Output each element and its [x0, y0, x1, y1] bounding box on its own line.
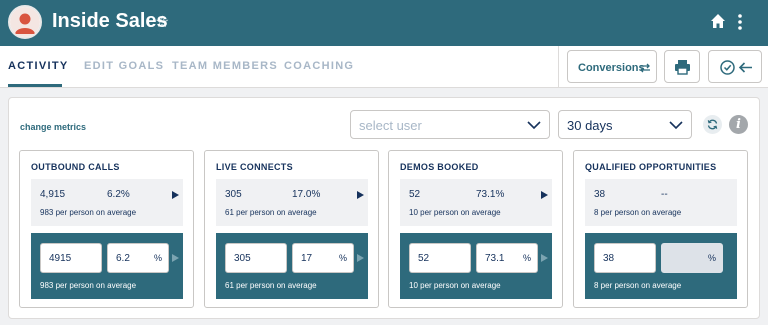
per-person-average: 10 per person on average: [409, 208, 501, 217]
actual-summary: 4,915 6.2% 983 per person on average: [31, 179, 183, 226]
app-header: Inside Sales ☆: [0, 0, 768, 46]
play-icon[interactable]: [172, 254, 179, 262]
metric-title: QUALIFIED OPPORTUNITIES: [585, 162, 717, 172]
metric-percent: 73.1%: [476, 189, 505, 200]
chevron-down-icon: [669, 121, 683, 130]
goal-percent-value: 6.2: [116, 253, 130, 264]
goal-editor: 305 17 % 61 per person on average: [216, 233, 368, 299]
tab-team-members[interactable]: TEAM MEMBERS: [172, 60, 278, 72]
per-person-average: 8 per person on average: [594, 208, 682, 217]
period-select-value: 30 days: [567, 118, 613, 133]
per-person-average: 61 per person on average: [225, 208, 317, 217]
goal-percent-input: %: [661, 243, 723, 273]
swap-icon: [640, 63, 650, 73]
metric-title: DEMOS BOOKED: [400, 162, 479, 172]
tab-activity[interactable]: ACTIVITY: [8, 60, 69, 72]
goal-percent-input[interactable]: 73.1 %: [476, 243, 538, 273]
goal-per-person-average: 61 per person on average: [225, 281, 317, 290]
active-tab-indicator: [8, 84, 62, 87]
goal-percent-value: 73.1: [485, 253, 505, 264]
home-icon[interactable]: [710, 13, 726, 29]
metric-percent: 6.2%: [107, 189, 130, 200]
actual-summary: 38 -- 8 per person on average: [585, 179, 737, 226]
conversions-label: Conversions: [578, 62, 645, 74]
conversions-button[interactable]: Conversions: [567, 50, 657, 83]
check-circle-icon: [720, 60, 735, 75]
period-select[interactable]: 30 days: [558, 110, 692, 139]
metric-card-qualified-opportunities: QUALIFIED OPPORTUNITIES 38 -- 8 per pers…: [573, 150, 748, 308]
percent-suffix: %: [522, 253, 531, 263]
goal-value-input[interactable]: 305: [225, 243, 287, 273]
info-icon[interactable]: i: [729, 115, 748, 134]
metric-value: 4,915: [40, 189, 66, 200]
page-title: Inside Sales: [52, 10, 168, 32]
goal-per-person-average: 8 per person on average: [594, 281, 682, 290]
percent-suffix: %: [707, 253, 716, 263]
team-avatar: [8, 5, 42, 39]
metric-value: 38: [594, 189, 606, 200]
printer-icon: [675, 60, 690, 75]
goal-per-person-average: 10 per person on average: [409, 281, 501, 290]
tab-edit-goals[interactable]: EDIT GOALS: [84, 60, 164, 72]
play-icon[interactable]: [541, 254, 548, 262]
refresh-button[interactable]: [703, 115, 722, 134]
complete-back-button[interactable]: [708, 50, 762, 83]
goal-value-input[interactable]: 52: [409, 243, 471, 273]
play-icon[interactable]: [541, 191, 548, 199]
refresh-icon: [707, 119, 718, 130]
user-select-placeholder: select user: [359, 118, 422, 133]
metric-value: 305: [225, 189, 242, 200]
goal-value-input[interactable]: 38: [594, 243, 656, 273]
metric-card-demos-booked: DEMOS BOOKED 52 73.1% 10 per person on a…: [388, 150, 563, 308]
arrow-left-icon: [738, 62, 752, 73]
goal-editor: 38 % 8 per person on average: [585, 233, 737, 299]
metric-card-outbound-calls: OUTBOUND CALLS 4,915 6.2% 983 per person…: [19, 150, 194, 308]
metric-value: 52: [409, 189, 421, 200]
goal-editor: 4915 6.2 % 983 per person on average: [31, 233, 183, 299]
goal-editor: 52 73.1 % 10 per person on average: [400, 233, 552, 299]
metric-title: OUTBOUND CALLS: [31, 162, 120, 172]
metric-title: LIVE CONNECTS: [216, 162, 293, 172]
user-select[interactable]: select user: [350, 110, 550, 139]
goal-per-person-average: 983 per person on average: [40, 281, 137, 290]
metric-percent: 17.0%: [292, 189, 321, 200]
metric-percent: --: [661, 189, 668, 200]
percent-suffix: %: [153, 253, 162, 263]
percent-suffix: %: [338, 253, 347, 263]
play-icon[interactable]: [357, 254, 364, 262]
goal-percent-input[interactable]: 6.2 %: [107, 243, 169, 273]
actual-summary: 52 73.1% 10 per person on average: [400, 179, 552, 226]
metric-card-live-connects: LIVE CONNECTS 305 17.0% 61 per person on…: [204, 150, 379, 308]
print-button[interactable]: [664, 50, 700, 83]
play-icon[interactable]: [172, 191, 179, 199]
per-person-average: 983 per person on average: [40, 208, 137, 217]
tab-coaching[interactable]: COACHING: [284, 60, 354, 72]
goal-value-input[interactable]: 4915: [40, 243, 102, 273]
goal-percent-input[interactable]: 17 %: [292, 243, 354, 273]
play-icon[interactable]: [357, 191, 364, 199]
chevron-down-icon: [527, 121, 541, 130]
favorite-star-icon[interactable]: ☆: [155, 12, 169, 32]
actual-summary: 305 17.0% 61 per person on average: [216, 179, 368, 226]
change-metrics-link[interactable]: change metrics: [20, 122, 86, 132]
more-options-icon[interactable]: [734, 12, 746, 32]
goal-percent-value: 17: [301, 253, 313, 264]
toolbar-divider: [558, 46, 559, 88]
